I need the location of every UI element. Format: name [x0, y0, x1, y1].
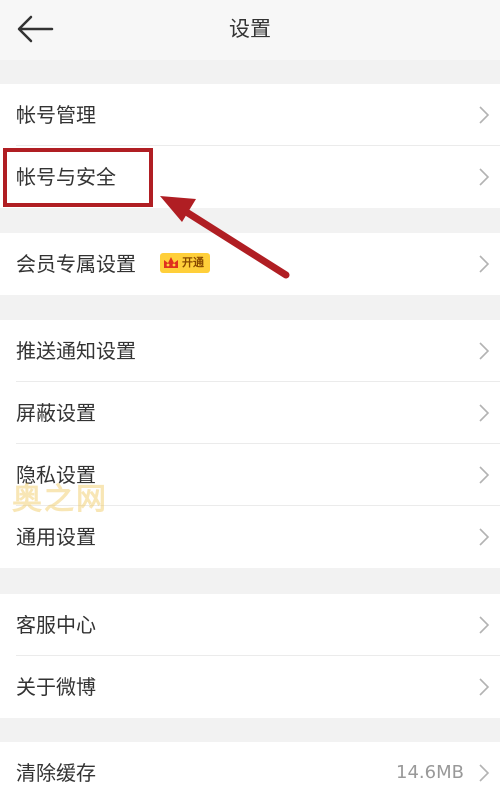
chevron-right-icon: [479, 616, 490, 634]
customer-service-label: 客服中心: [16, 613, 96, 637]
clear-cache-item[interactable]: 清除缓存 14.6MB: [0, 742, 500, 804]
privacy-settings-item[interactable]: 隐私设置: [0, 444, 500, 506]
member-settings-item[interactable]: 会员专属设置 开通: [0, 233, 500, 295]
customer-service-item[interactable]: 客服中心: [0, 594, 500, 656]
chevron-right-icon: [479, 106, 490, 124]
support-group: 客服中心 关于微博: [0, 594, 500, 718]
about-weibo-item[interactable]: 关于微博: [0, 656, 500, 718]
chevron-right-icon: [479, 466, 490, 484]
back-arrow-icon[interactable]: [14, 12, 54, 46]
page-title: 设置: [229, 17, 271, 41]
clear-cache-label: 清除缓存: [16, 761, 96, 785]
block-settings-item[interactable]: 屏蔽设置: [0, 382, 500, 444]
account-security-item[interactable]: 帐号与安全: [0, 146, 500, 208]
account-management-item[interactable]: 帐号管理: [0, 84, 500, 146]
account-group: 帐号管理 帐号与安全: [0, 84, 500, 208]
vip-badge[interactable]: 开通: [160, 253, 210, 273]
member-settings-label: 会员专属设置: [16, 252, 136, 276]
account-security-label: 帐号与安全: [16, 165, 116, 189]
chevron-right-icon: [479, 678, 490, 696]
chevron-right-icon: [479, 255, 490, 273]
about-weibo-label: 关于微博: [16, 675, 96, 699]
chevron-right-icon: [479, 404, 490, 422]
push-notification-label: 推送通知设置: [16, 339, 136, 363]
block-settings-label: 屏蔽设置: [16, 401, 96, 425]
push-notification-settings-item[interactable]: 推送通知设置: [0, 320, 500, 382]
vip-badge-text: 开通: [182, 256, 204, 269]
chevron-right-icon: [479, 764, 490, 782]
cache-size-value: 14.6MB: [396, 762, 464, 783]
chevron-right-icon: [479, 528, 490, 546]
chevron-right-icon: [479, 342, 490, 360]
membership-group: 会员专属设置 开通: [0, 233, 500, 295]
top-bar: 设置: [0, 0, 500, 60]
general-settings-item[interactable]: 通用设置: [0, 506, 500, 568]
crown-icon: [164, 257, 178, 268]
privacy-settings-label: 隐私设置: [16, 463, 96, 487]
account-management-label: 帐号管理: [16, 103, 96, 127]
preferences-group: 推送通知设置 屏蔽设置 隐私设置 通用设置: [0, 320, 500, 568]
cache-group: 清除缓存 14.6MB: [0, 742, 500, 804]
general-settings-label: 通用设置: [16, 525, 96, 549]
chevron-right-icon: [479, 168, 490, 186]
